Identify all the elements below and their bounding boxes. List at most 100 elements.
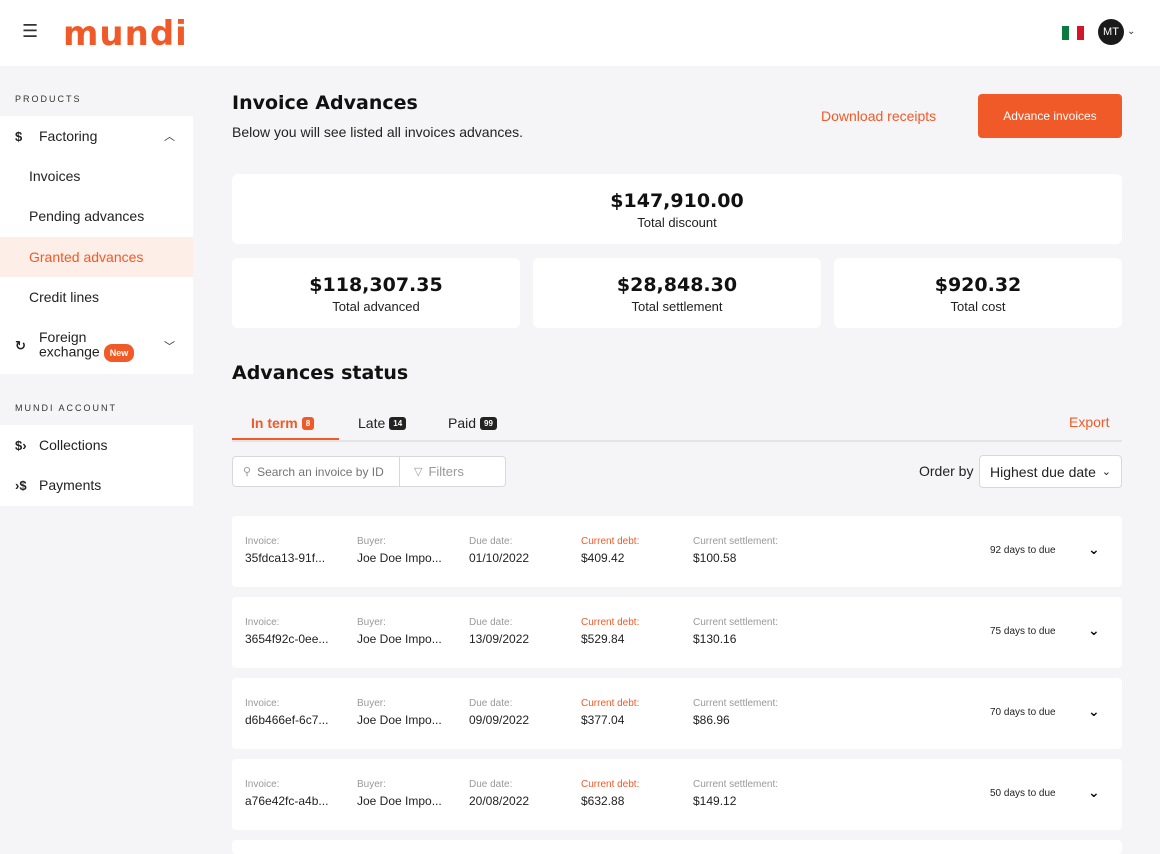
current-settlement-cell: Current settlement: $100.58 (693, 536, 778, 565)
current-debt: $377.04 (581, 713, 625, 727)
current-settlement: $130.16 (693, 632, 737, 646)
invoice-id: 35fdca13-91f... (245, 551, 326, 565)
total-cost-card: $920.32 Total cost (834, 258, 1122, 328)
tab-late[interactable]: Late 14 (358, 415, 407, 431)
current-debt-label: Current debt: (581, 779, 640, 790)
current-settlement-label: Current settlement: (693, 698, 779, 709)
due-date-cell: Due date: 20/08/2022 (469, 779, 529, 808)
buyer-cell: Buyer: Joe Doe Impo... (357, 536, 442, 565)
products-section-title: PRODUCTS (15, 94, 82, 104)
chevron-up-icon[interactable]: ︿ (164, 128, 175, 144)
sidebar-group-factoring[interactable]: $ Factoring ︿ (0, 116, 193, 156)
buyer-name: Joe Doe Impo... (357, 713, 442, 727)
search-filter-bar: ⚲ ▽ Filters (232, 456, 506, 487)
order-by-value: Highest due date (990, 463, 1096, 480)
invoice-id: 3654f92c-0ee... (245, 632, 329, 646)
current-debt-cell: Current debt: $529.84 (581, 617, 639, 646)
menu-icon[interactable]: ☰ (22, 22, 38, 40)
due-date: 20/08/2022 (469, 794, 530, 808)
sidebar-item-pending-advances[interactable]: Pending advances (0, 196, 193, 236)
invoice-label: Invoice: (245, 779, 280, 790)
tab-count-badge: 8 (301, 416, 315, 430)
days-to-due: 92 days to due (990, 545, 1056, 556)
invoice-label: Invoice: (245, 617, 280, 628)
invoice-id: a76e42fc-a4b... (245, 794, 329, 808)
buyer-cell: Buyer: Joe Doe Impo... (357, 698, 442, 727)
sidebar-item-label: Payments (39, 477, 102, 493)
sidebar-item-payments[interactable]: ›$ Payments (0, 465, 193, 505)
current-settlement: $149.12 (693, 794, 737, 808)
invoice-id: d6b466ef-6c7... (245, 713, 329, 727)
buyer-name: Joe Doe Impo... (357, 632, 442, 646)
days-to-due: 50 days to due (990, 788, 1056, 799)
tab-label: Late (358, 415, 386, 431)
due-date-cell: Due date: 13/09/2022 (469, 617, 529, 646)
total-cost-value: $920.32 (934, 274, 1022, 296)
filters-button[interactable]: ▽ Filters (400, 457, 505, 486)
sidebar-item-label: Collections (39, 437, 108, 453)
order-by-select[interactable]: Highest due date ⌄ (979, 455, 1122, 488)
avatar[interactable]: MT (1098, 19, 1124, 45)
current-settlement-label: Current settlement: (693, 617, 779, 628)
invoice-dollar-icon: $ (15, 128, 23, 144)
due-date: 09/09/2022 (469, 713, 530, 727)
payments-icon: ›$ (15, 477, 27, 493)
advances-status-title: Advances status (232, 362, 409, 384)
total-settlement-label: Total settlement (631, 299, 723, 314)
current-debt: $632.88 (581, 794, 625, 808)
tab-in-term[interactable]: In term 8 (251, 415, 315, 431)
advance-row[interactable]: Invoice: a76e42fc-a4b... Buyer: Joe Doe Im… (232, 759, 1122, 830)
current-settlement-cell: Current settlement: $149.12 (693, 779, 778, 808)
foreign-exchange-label-line1: Foreign (39, 329, 87, 345)
chevron-down-icon[interactable]: ⌄ (1088, 703, 1100, 720)
due-date: 01/10/2022 (469, 551, 530, 565)
total-settlement-value: $28,848.30 (616, 274, 738, 296)
tabs-divider (232, 440, 1122, 442)
chevron-down-icon[interactable]: ⌄ (1088, 541, 1100, 558)
due-date-cell: Due date: 01/10/2022 (469, 536, 529, 565)
tab-count-badge: 99 (480, 416, 497, 430)
filters-label: Filters (428, 464, 464, 479)
sidebar-item-credit-lines[interactable]: Credit lines (0, 277, 193, 317)
sidebar-item-collections[interactable]: $› Collections (0, 425, 193, 465)
download-receipts-button[interactable]: Download receipts (821, 108, 936, 124)
sidebar-item-invoices[interactable]: Invoices (0, 156, 193, 196)
chevron-down-icon[interactable]: ⌄ (1088, 622, 1100, 639)
search-field[interactable]: ⚲ (233, 457, 400, 486)
current-settlement-label: Current settlement: (693, 536, 779, 547)
tab-count-badge: 14 (389, 416, 407, 430)
collections-icon: $› (15, 437, 27, 453)
chevron-down-icon[interactable]: ⌄ (1127, 26, 1135, 37)
due-date-cell: Due date: 09/09/2022 (469, 698, 529, 727)
advance-row[interactable]: Invoice: 3654f92c-0ee... Buyer: Joe Doe Im… (232, 597, 1122, 668)
invoice-cell: Invoice: a76e42fc-a4b... (245, 779, 328, 808)
tab-paid[interactable]: Paid 99 (448, 415, 497, 431)
advance-row[interactable]: Invoice: 35fdca13-91f... Buyer: Joe Doe Im… (232, 516, 1122, 587)
days-to-due: 70 days to due (990, 707, 1056, 718)
current-debt: $409.42 (581, 551, 625, 565)
search-icon: ⚲ (243, 466, 252, 478)
total-cost-label: Total cost (950, 299, 1006, 314)
mundi-logo[interactable]: mundi (63, 14, 188, 54)
current-debt-label: Current debt: (581, 617, 640, 628)
chevron-down-icon[interactable]: ﹀ (164, 338, 175, 354)
invoice-cell: Invoice: 35fdca13-91f... (245, 536, 325, 565)
advance-invoices-button[interactable]: Advance invoices (978, 94, 1122, 138)
page-title: Invoice Advances (232, 92, 418, 114)
sidebar-group-foreign-exchange[interactable]: ↻ Foreign exchange New ﹀ (0, 326, 193, 366)
sidebar-item-granted-advances[interactable]: Granted advances (0, 237, 193, 277)
mexico-flag-icon[interactable] (1062, 26, 1084, 40)
buyer-label: Buyer: (357, 698, 386, 709)
due-date-label: Due date: (469, 698, 513, 709)
top-bar: ☰ mundi MT ⌄ (0, 0, 1160, 66)
chevron-down-icon[interactable]: ⌄ (1088, 784, 1100, 801)
buyer-label: Buyer: (357, 779, 386, 790)
current-settlement-cell: Current settlement: $130.16 (693, 617, 778, 646)
advance-row[interactable]: Invoice: d6b466ef-6c7... Buyer: Joe Doe Im… (232, 678, 1122, 749)
search-input[interactable] (257, 464, 388, 479)
current-settlement-cell: Current settlement: $86.96 (693, 698, 778, 727)
total-settlement-card: $28,848.30 Total settlement (533, 258, 821, 328)
advance-row-partial[interactable] (232, 840, 1122, 854)
export-button[interactable]: Export (1069, 414, 1109, 430)
invoice-label: Invoice: (245, 536, 280, 547)
